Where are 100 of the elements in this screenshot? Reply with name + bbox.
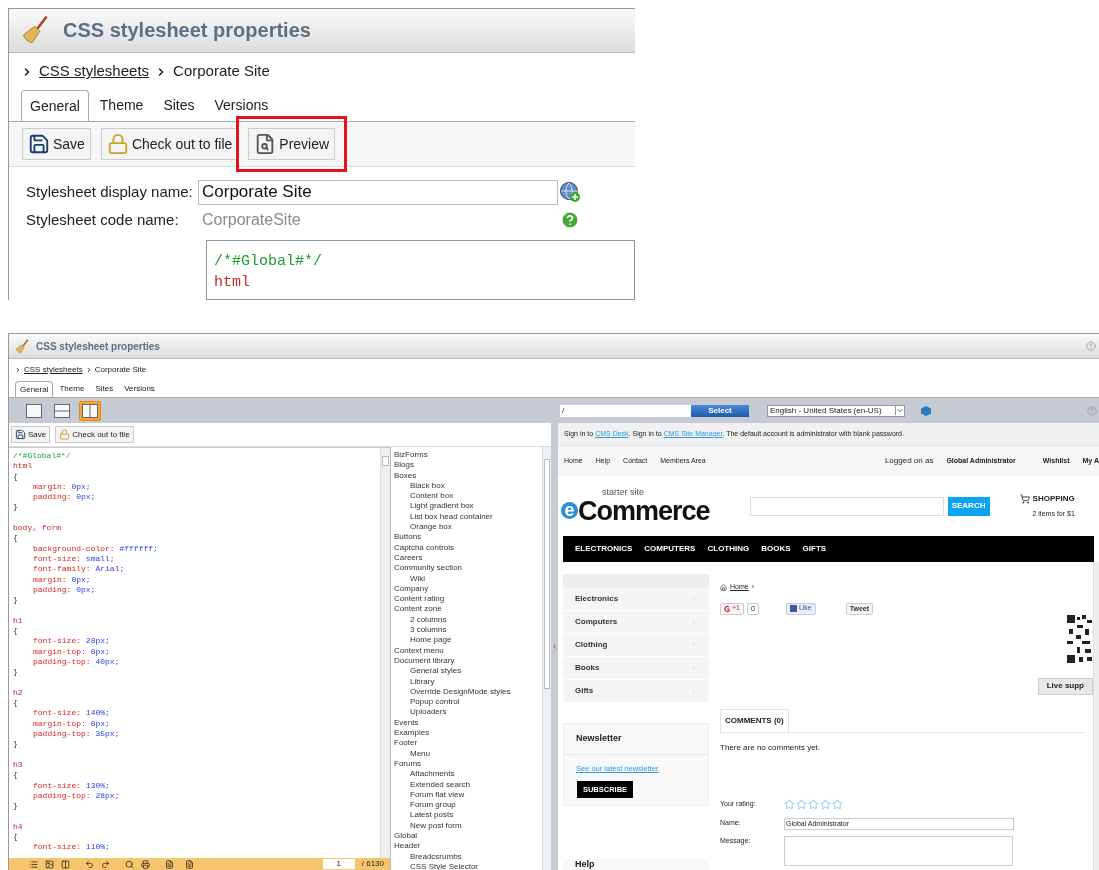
tab[interactable]: General	[15, 381, 54, 397]
side-menu-item[interactable]: Electronics	[563, 588, 709, 611]
redo-icon[interactable]	[101, 859, 110, 869]
style-list-item[interactable]: Breadcsrumbs	[402, 851, 542, 862]
breadcrumb-link[interactable]: CSS stylesheets	[24, 364, 83, 376]
style-list-item[interactable]: List box head container	[402, 511, 542, 523]
style-list-item[interactable]: Forums	[394, 758, 542, 770]
tab[interactable]: General	[21, 90, 89, 122]
style-list-item[interactable]: 3 columns	[402, 625, 542, 636]
category-link[interactable]: COMPUTERS	[644, 543, 696, 555]
scrollbar[interactable]	[1093, 562, 1099, 870]
style-list-item[interactable]: Override DesignMode styles	[402, 686, 542, 698]
tab[interactable]: Versions	[205, 90, 278, 122]
tab[interactable]: Sites	[154, 90, 204, 122]
style-list-item[interactable]: Examples	[394, 728, 542, 739]
side-menu-item[interactable]: Computers	[563, 611, 709, 634]
rating-star[interactable]	[784, 799, 795, 810]
style-list-item[interactable]: Header	[394, 841, 542, 852]
style-list-item[interactable]: Global	[394, 831, 542, 842]
help-icon[interactable]	[1086, 341, 1096, 351]
style-list-item[interactable]: Document library	[394, 655, 542, 667]
rating-star[interactable]	[808, 799, 819, 810]
code-line: background-color: #ffffff;	[32, 543, 159, 554]
style-list-item[interactable]: Context menu	[394, 645, 542, 656]
style-list-item[interactable]: 2 columns	[402, 614, 542, 626]
check-out-button[interactable]: Check out to file	[100, 128, 239, 161]
rating-star[interactable]	[796, 799, 807, 810]
style-list-item[interactable]: Forum flat view	[402, 789, 542, 801]
style-list-item[interactable]: Content box	[402, 491, 542, 502]
page-icon[interactable]	[165, 859, 174, 869]
rating-star[interactable]	[832, 799, 843, 810]
search-field[interactable]	[749, 496, 944, 516]
message-field[interactable]	[784, 835, 1013, 866]
check-out-button[interactable]: Check out to file	[55, 426, 134, 443]
path-field[interactable]: /	[560, 404, 691, 417]
style-list-item[interactable]: Library	[402, 676, 542, 687]
preview-button[interactable]: Preview	[248, 128, 336, 161]
code-line: body, form	[13, 523, 62, 534]
save-button[interactable]: Save	[22, 128, 91, 161]
display-name-field[interactable]: Corporate Site	[198, 179, 558, 205]
globe-plus-icon[interactable]	[559, 181, 581, 203]
style-list-item[interactable]: Orange box	[402, 522, 542, 533]
style-list-item[interactable]: General styles	[402, 666, 542, 677]
style-list-item[interactable]: Blogs	[394, 460, 542, 471]
line-number-field[interactable]: 1	[322, 859, 355, 869]
category-link[interactable]: GIFTS	[802, 543, 827, 555]
style-list-item[interactable]: Content rating	[394, 594, 542, 605]
select-button[interactable]: Select	[691, 404, 749, 417]
tab[interactable]: Theme	[54, 381, 90, 397]
style-list-item[interactable]: Company	[394, 583, 542, 595]
layout-toggle[interactable]	[79, 400, 101, 421]
style-list-item[interactable]: Events	[394, 717, 542, 728]
category-link[interactable]: ELECTRONICS	[575, 543, 633, 555]
style-list-item[interactable]: Popup control	[402, 697, 542, 708]
category-link[interactable]: BOOKS	[761, 543, 791, 555]
page-icon[interactable]	[185, 859, 194, 869]
list-icon[interactable]	[29, 859, 38, 869]
style-list-item[interactable]: Black box	[402, 480, 542, 492]
style-list-item[interactable]: Wiki	[402, 573, 542, 584]
style-list-item[interactable]: Forum group	[402, 800, 542, 811]
category-link[interactable]: CLOTHING	[707, 543, 750, 555]
side-menu-item[interactable]: Gifts	[563, 680, 709, 703]
style-list-item[interactable]: Light gradient box	[402, 501, 542, 512]
style-list-item[interactable]: Community section	[394, 563, 542, 574]
scrollbar[interactable]	[542, 447, 551, 870]
side-menu-item[interactable]: Books	[563, 657, 709, 680]
comments-tab[interactable]: COMMENTS (0)	[720, 708, 789, 732]
breadcrumb-link[interactable]: CSS stylesheets	[39, 60, 150, 83]
style-list-item[interactable]: Extended search	[402, 779, 542, 790]
style-list-item[interactable]: Careers	[394, 552, 542, 564]
live-support-button[interactable]: Live supp	[1037, 677, 1093, 695]
style-list-item[interactable]: Menu	[402, 748, 542, 759]
style-list-item[interactable]: Latest posts	[402, 810, 542, 821]
style-list-item[interactable]: New post form	[402, 820, 542, 831]
printer-icon[interactable]	[141, 859, 150, 869]
scrollbar[interactable]	[380, 448, 390, 858]
style-list-item[interactable]: Uploaders	[402, 707, 542, 718]
save-button[interactable]: Save	[11, 426, 51, 443]
style-list-item[interactable]: Content zone	[394, 604, 542, 615]
cube-icon[interactable]	[921, 405, 931, 416]
tab[interactable]: Sites	[90, 381, 119, 397]
style-list-item[interactable]: Boxes	[394, 470, 542, 481]
image-icon[interactable]	[45, 859, 54, 869]
style-list-item[interactable]: Attachments	[402, 769, 542, 780]
style-list-item[interactable]: BizForms	[394, 450, 542, 461]
search-icon[interactable]	[125, 859, 134, 869]
rating-star[interactable]	[820, 799, 831, 810]
style-list-item[interactable]: Footer	[394, 738, 542, 749]
style-list-item[interactable]: CSS Style Selector	[402, 861, 542, 870]
broom-icon	[15, 338, 30, 354]
columns-icon[interactable]	[61, 859, 70, 869]
tab[interactable]: Versions	[119, 381, 160, 397]
style-list-item[interactable]: Buttons	[394, 532, 542, 543]
style-list-item[interactable]: Home page	[402, 635, 542, 646]
side-menu-item[interactable]: Clothing	[563, 634, 709, 657]
language-dropdown[interactable]: English - United States (en-US)	[767, 404, 905, 417]
style-list-item[interactable]: Captcha controls	[394, 542, 542, 553]
undo-icon[interactable]	[85, 859, 94, 869]
code-editor[interactable]: /*#Global#*/ html	[206, 240, 635, 300]
tab[interactable]: Theme	[90, 90, 153, 122]
